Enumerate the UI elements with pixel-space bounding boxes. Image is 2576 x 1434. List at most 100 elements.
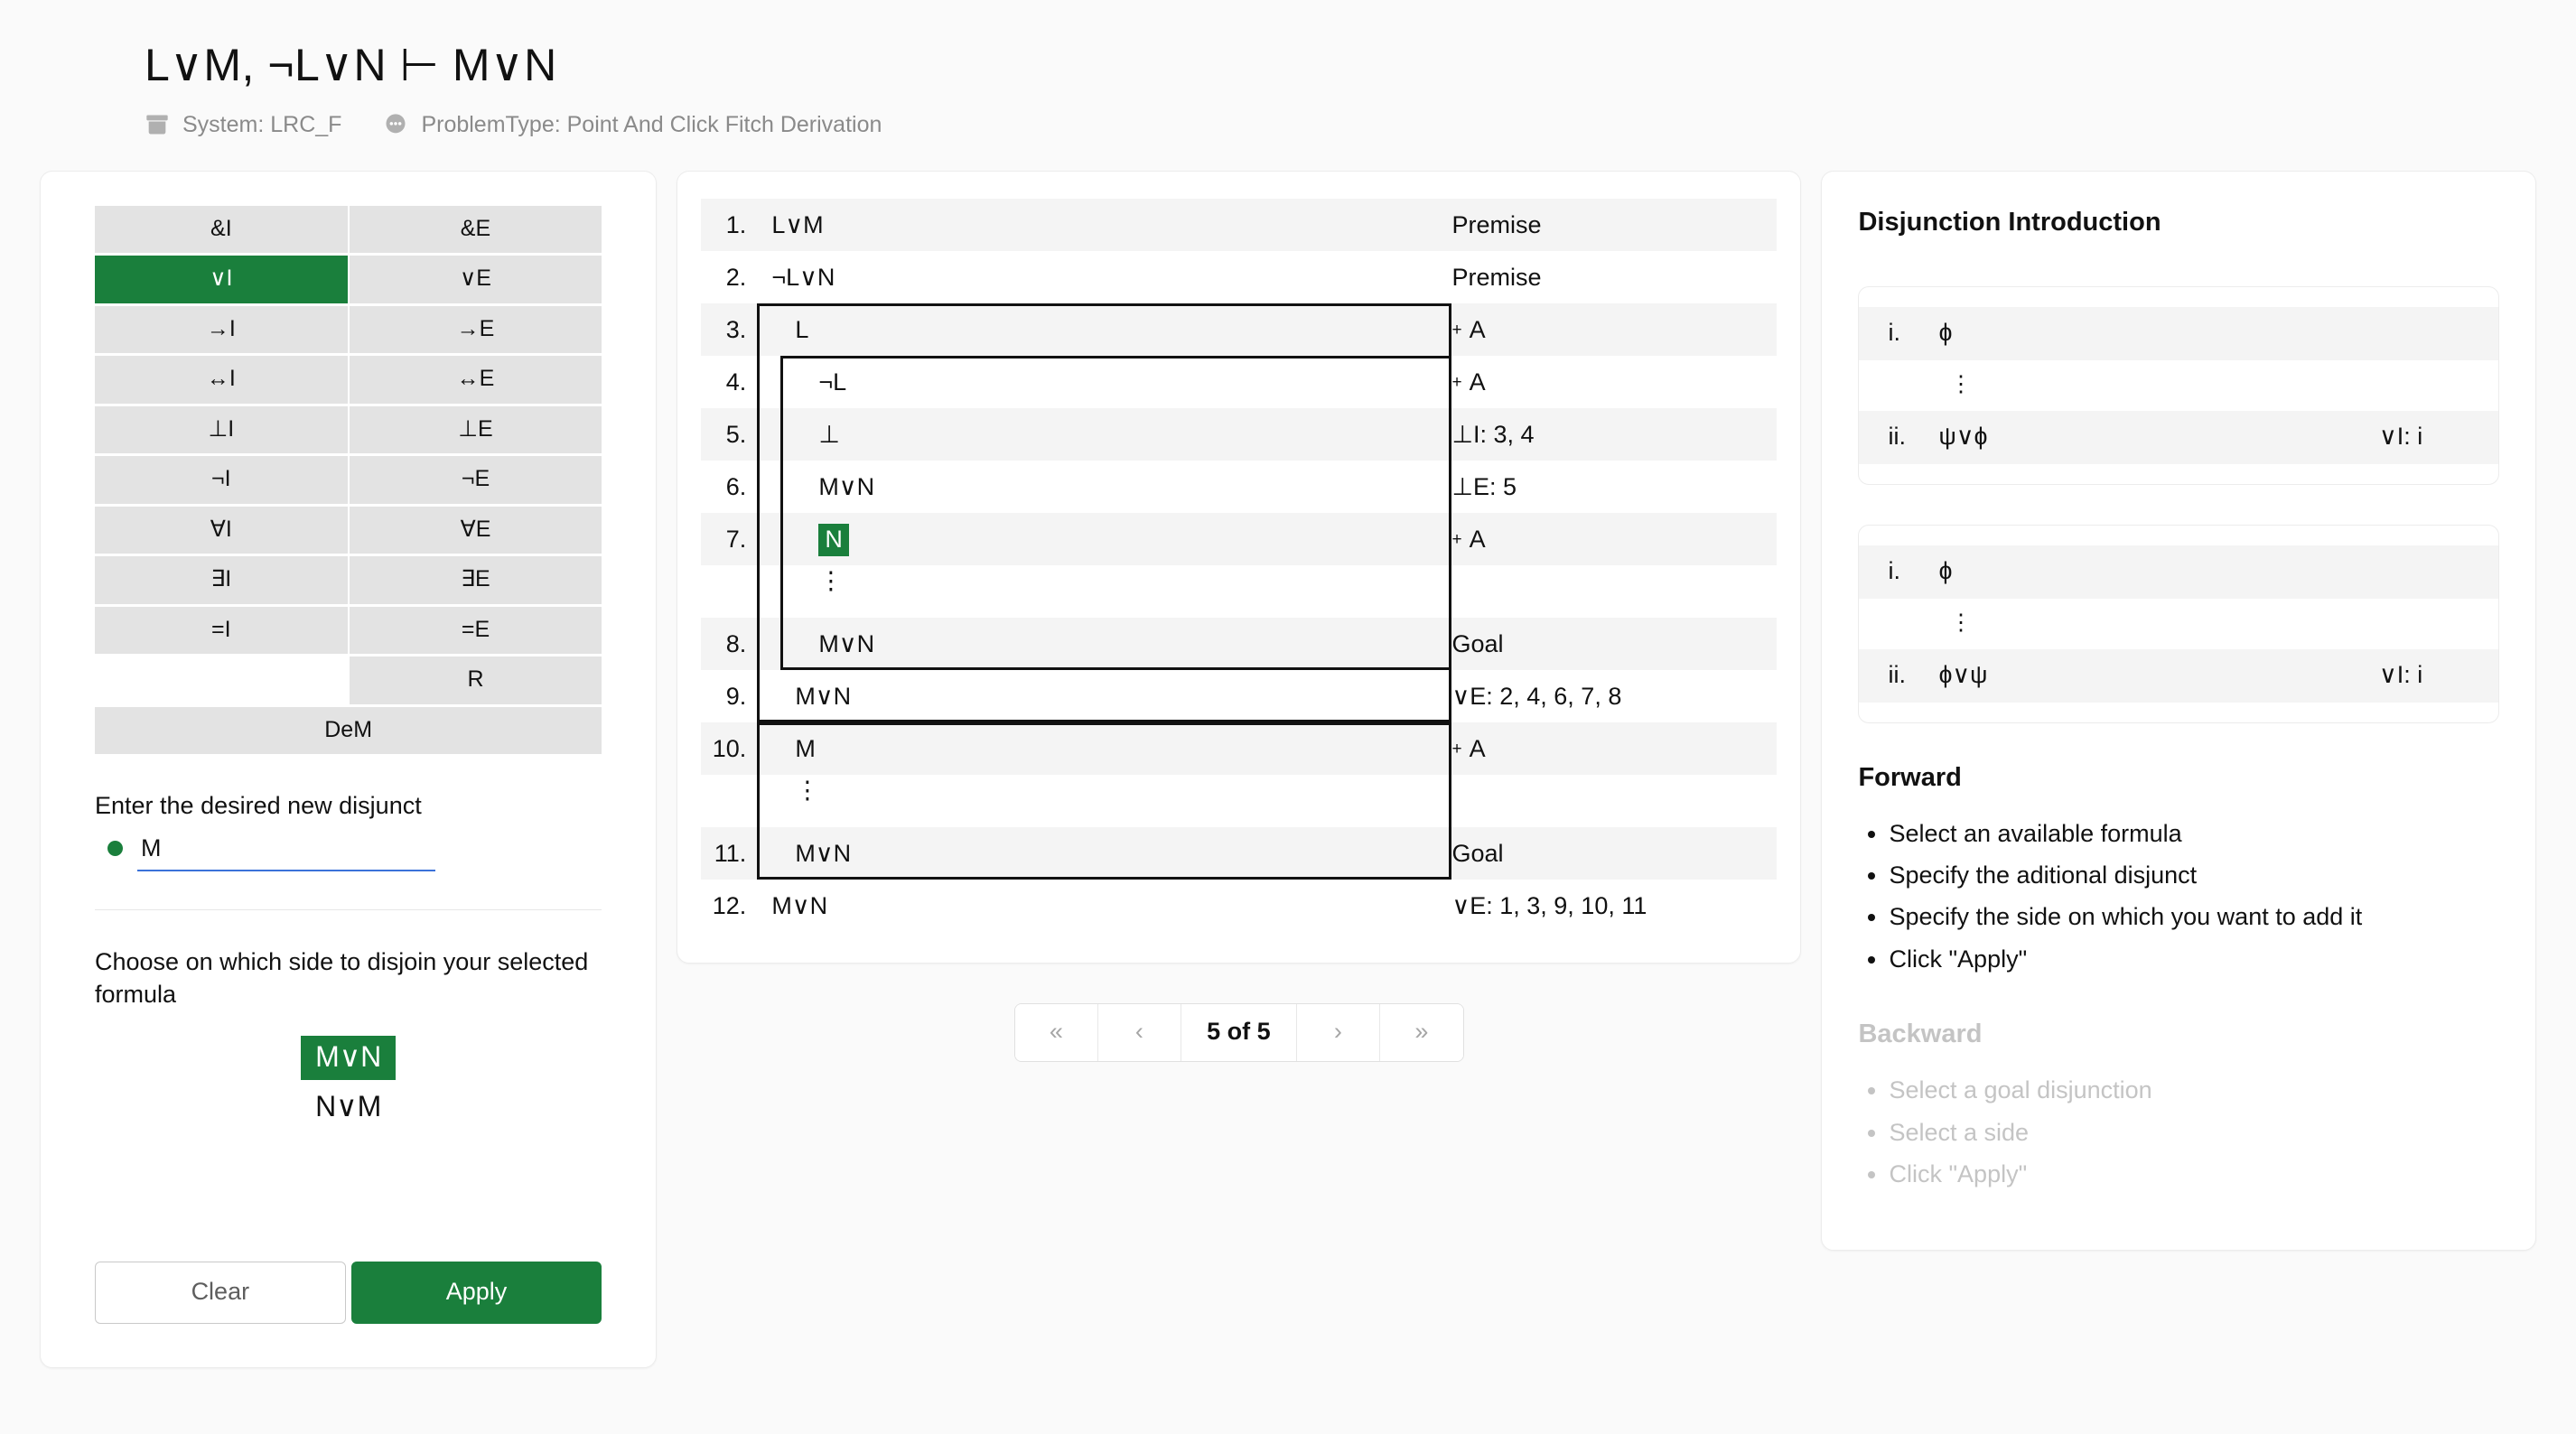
- proof-formula[interactable]: M∨N: [795, 670, 851, 711]
- schema-line: i. ɸ: [1859, 545, 2499, 599]
- proof-formula[interactable]: ¬L∨N: [771, 251, 835, 292]
- pagination-wrap: « ‹ 5 of 5 › »: [677, 1002, 1801, 1063]
- proof-justification: Premise: [1451, 210, 1542, 238]
- proof-row[interactable]: 9. M∨N ∨E: 2, 4, 6, 7, 8: [701, 670, 1777, 722]
- rule-panel: &I &E ∨I ∨E →I →E ↔I ↔E ⊥I ⊥E ¬I ¬E ∀I ∀E ∃I ∃E =I =E R DeM…: [40, 170, 658, 1368]
- archive-icon: [145, 112, 170, 137]
- comment-dots-icon: [383, 112, 408, 137]
- page-indicator: 5 of 5: [1181, 1003, 1297, 1062]
- proof-line-number: 7.: [725, 525, 747, 553]
- rule-schema-2: i. ɸ ⋮ ii. ɸ∨ψ ∨I: i: [1858, 524, 2500, 723]
- rule-button-=I[interactable]: =I: [95, 606, 348, 654]
- add-line-icon[interactable]: +: [1451, 321, 1461, 340]
- proof-row[interactable]: 6. M∨N ⊥E: 5: [701, 461, 1777, 513]
- rule-button-∃I[interactable]: ∃I: [95, 556, 348, 604]
- add-line-icon[interactable]: +: [1451, 740, 1461, 759]
- clear-button[interactable]: Clear: [95, 1261, 346, 1324]
- system-meta: System: LRC_F: [145, 112, 341, 138]
- last-page-button[interactable]: »: [1379, 1003, 1463, 1062]
- rule-button-⊥E[interactable]: ⊥E: [349, 405, 602, 453]
- system-label: System: LRC_F: [182, 111, 342, 137]
- disjunct-input[interactable]: [137, 833, 435, 871]
- proof-formula[interactable]: N: [818, 513, 849, 556]
- side-choice-group: M∨N N∨M: [95, 1036, 602, 1130]
- rule-button-↔I[interactable]: ↔I: [95, 356, 348, 404]
- proof-row[interactable]: 7. N + A: [701, 512, 1778, 565]
- proof-row[interactable]: 1. L∨M Premise: [701, 198, 1778, 251]
- add-line-icon[interactable]: +: [1451, 373, 1461, 392]
- rule-button-¬I[interactable]: ¬I: [95, 456, 348, 504]
- rule-button-=E[interactable]: =E: [349, 606, 602, 654]
- proof-formula[interactable]: L∨M: [771, 199, 823, 239]
- proof-row[interactable]: 12. M∨N ∨E: 1, 3, 9, 10, 11: [701, 880, 1777, 932]
- proof-line-number: 3.: [725, 315, 747, 343]
- rule-button-DeM[interactable]: DeM: [95, 706, 602, 754]
- apply-button[interactable]: Apply: [350, 1261, 602, 1324]
- proof-justification: ⊥I: 3, 4: [1451, 420, 1535, 448]
- proof-formula[interactable]: M: [795, 722, 816, 763]
- rule-button-∀I[interactable]: ∀I: [95, 506, 348, 554]
- add-line-icon[interactable]: +: [1451, 530, 1461, 549]
- proof-line-number: [701, 565, 757, 618]
- proof-row[interactable]: 3. L + A: [701, 303, 1778, 356]
- first-page-button[interactable]: «: [1014, 1003, 1098, 1062]
- info-panel: Disjunction Introduction i. ɸ ⋮ ii. ψ∨ɸ ∨I: i…: [1821, 170, 2537, 1251]
- backward-title: Backward: [1858, 1020, 1983, 1049]
- vertical-ellipsis: ⋮: [1949, 610, 1973, 635]
- disjunct-row: [95, 833, 602, 871]
- fitch-proof: 1. L∨M Premise 2. ¬L∨N Premise 3. L + A 4. ¬L + A 5. ⊥ ⊥…: [701, 198, 1778, 932]
- proof-justification: Premise: [1451, 263, 1542, 291]
- rule-button-∃E[interactable]: ∃E: [349, 556, 602, 604]
- proof-formula[interactable]: M∨N: [795, 827, 851, 868]
- rule-button-→E[interactable]: →E: [349, 305, 602, 353]
- proof-justification: [1451, 565, 1777, 618]
- rule-button-∀E[interactable]: ∀E: [349, 506, 602, 554]
- proof-formula[interactable]: ⊥: [818, 408, 840, 449]
- vertical-ellipsis: ⋮: [818, 566, 844, 594]
- forward-step: Select an available formula: [1889, 813, 2499, 854]
- schema-formula: ɸ: [1938, 556, 1953, 584]
- rule-button-↔E[interactable]: ↔E: [349, 356, 602, 404]
- side-option-M∨N[interactable]: M∨N: [301, 1036, 397, 1081]
- proof-row[interactable]: 8. M∨N Goal: [701, 617, 1778, 670]
- proof-row[interactable]: 2. ¬L∨N Premise: [701, 251, 1777, 303]
- backward-step: Select a side: [1889, 1112, 2499, 1153]
- proof-formula[interactable]: L: [795, 303, 808, 344]
- rule-button-∨E[interactable]: ∨E: [349, 256, 602, 303]
- proof-row[interactable]: 11. M∨N Goal: [701, 826, 1778, 880]
- next-page-button[interactable]: ›: [1296, 1003, 1380, 1062]
- proof-line-number: 11.: [714, 839, 747, 867]
- proof-formula[interactable]: ¬L: [818, 356, 846, 396]
- proof-line-number: 6.: [725, 472, 747, 500]
- proof-justification: ⊥E: 5: [1451, 472, 1517, 500]
- schema-formula: ɸ: [1938, 318, 1953, 346]
- rule-button-∨I[interactable]: ∨I: [95, 256, 348, 303]
- rule-button-¬E[interactable]: ¬E: [349, 456, 602, 504]
- proof-line-number: 9.: [725, 682, 747, 710]
- page-title: L∨M, ¬L∨N ⊢ M∨N: [145, 40, 557, 90]
- rule-button-⊥I[interactable]: ⊥I: [95, 405, 348, 453]
- proof-line-number: 10.: [712, 734, 747, 762]
- schema-line-label: i.: [1888, 318, 1900, 346]
- rule-button-&I[interactable]: &I: [95, 205, 348, 253]
- proof-row[interactable]: 5. ⊥ ⊥I: 3, 4: [701, 407, 1778, 461]
- rule-button-→I[interactable]: →I: [95, 305, 348, 353]
- selected-formula-highlight[interactable]: N: [818, 523, 849, 556]
- rule-button-R[interactable]: R: [349, 656, 602, 704]
- schema-formula: ɸ∨ψ: [1938, 660, 1988, 688]
- rule-button-&E[interactable]: &E: [349, 205, 602, 253]
- prev-page-button[interactable]: ‹: [1097, 1003, 1181, 1062]
- proof-row[interactable]: 4. ¬L + A: [701, 356, 1777, 408]
- problemtype-meta: ProblemType: Point And Click Fitch Deriv…: [383, 112, 882, 138]
- proof-formula[interactable]: M∨N: [818, 461, 874, 501]
- schema-line: ii. ɸ∨ψ ∨I: i: [1859, 648, 2499, 703]
- proof-row[interactable]: 10. M + A: [701, 722, 1778, 775]
- proof-formula[interactable]: M∨N: [818, 618, 874, 658]
- proof-formula[interactable]: M∨N: [771, 880, 827, 920]
- schema-line: ii. ψ∨ɸ ∨I: i: [1859, 410, 2499, 464]
- side-option-N∨M[interactable]: N∨M: [301, 1085, 396, 1130]
- schema-justification: ∨I: i: [2379, 422, 2423, 450]
- schema-line-label: ii.: [1888, 660, 1906, 688]
- forward-title: Forward: [1858, 762, 1962, 792]
- proof-line-number: 5.: [725, 420, 747, 448]
